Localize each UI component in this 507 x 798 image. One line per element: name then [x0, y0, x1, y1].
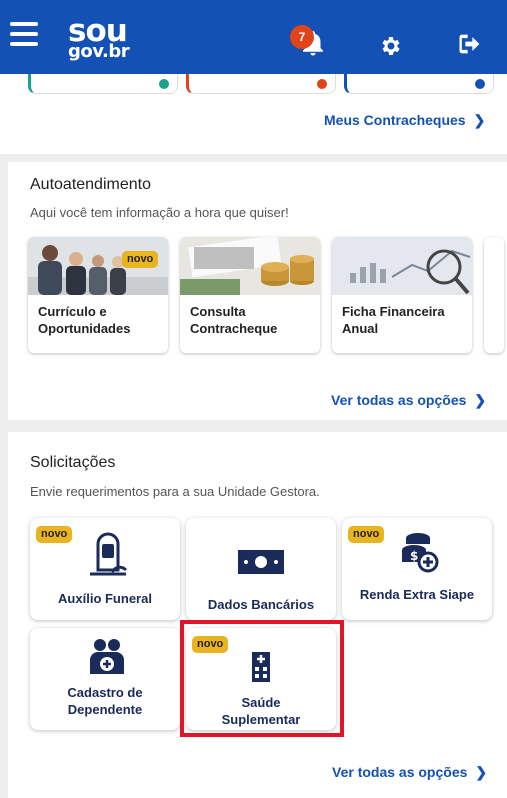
chevron-right-icon: ❯ [474, 392, 487, 408]
chevron-right-icon: ❯ [473, 112, 486, 128]
novo-badge: novo [348, 526, 385, 543]
novo-badge: novo [36, 526, 73, 543]
card-auxilio-funeral[interactable]: novo Auxílio Funeral [30, 518, 180, 620]
notification-badge: 7 [290, 25, 314, 49]
section-title: Autoatendimento [30, 176, 151, 193]
ver-todas-solicitacoes-link[interactable]: Ver todas as opções ❯ [332, 764, 487, 781]
link-label: Meus Contracheques [324, 112, 466, 128]
card-dados-bancarios[interactable]: Dados Bancários [186, 518, 336, 620]
contracheques-section: Meus Contracheques ❯ [0, 74, 507, 154]
gear-icon[interactable] [378, 34, 402, 58]
link-label: Ver todas as opções [331, 392, 467, 408]
novo-badge: novo [122, 251, 159, 268]
ver-todas-autoatendimento-link[interactable]: Ver todas as opções ❯ [331, 392, 486, 409]
banknote-icon [238, 550, 284, 574]
card-renda-extra-siape[interactable]: novo $ Renda Extra Siape [342, 518, 492, 620]
card-partial[interactable] [484, 237, 504, 353]
card-curriculo[interactable]: novo Currículo e Oportunidades [28, 237, 168, 353]
summary-card-3[interactable] [344, 74, 494, 94]
card-label: Renda Extra Siape [359, 587, 475, 602]
card-label: Cadastro de Dependente [67, 685, 143, 717]
logout-icon[interactable] [456, 30, 484, 58]
app-header: sou gov.br 7 [0, 0, 507, 74]
hamburger-menu-icon[interactable] [10, 22, 38, 46]
card-ficha-financeira[interactable]: Ficha Financeira Anual [332, 237, 472, 353]
section-title: Solicitações [30, 454, 116, 471]
chevron-right-icon: ❯ [475, 764, 488, 780]
link-label: Ver todas as opções [332, 764, 468, 780]
card-image [484, 237, 504, 295]
summary-card-2[interactable] [186, 74, 336, 94]
card-label: Dados Bancários [207, 597, 315, 612]
calculator-coins-image [180, 237, 320, 295]
section-subtitle: Envie requerimentos para a sua Unidade G… [30, 484, 320, 499]
card-consulta-contracheque[interactable]: Consulta Contracheque [180, 237, 320, 353]
coins-plus-icon: $ [402, 533, 439, 573]
svg-text:$: $ [410, 549, 418, 563]
family-plus-icon [90, 639, 124, 674]
status-dot [317, 79, 327, 89]
status-dot [475, 79, 485, 89]
highlight-box [180, 620, 344, 737]
summary-card-1[interactable] [28, 74, 178, 94]
meus-contracheques-link[interactable]: Meus Contracheques ❯ [324, 112, 485, 129]
card-cadastro-dependente[interactable]: Cadastro de Dependente [30, 628, 180, 730]
status-dot [159, 79, 169, 89]
logo-line-2: gov.br [68, 41, 130, 62]
section-subtitle: Aqui você tem informação a hora que quis… [30, 205, 289, 220]
tombstone-icon [90, 532, 128, 576]
card-label: Consulta Contracheque [190, 304, 278, 336]
card-label: Currículo e Oportunidades [38, 304, 131, 336]
card-label: Ficha Financeira Anual [342, 304, 445, 336]
card-label: Auxílio Funeral [58, 591, 152, 606]
sou-govbr-logo[interactable]: sou gov.br [68, 16, 130, 62]
financial-chart-image [332, 237, 472, 295]
